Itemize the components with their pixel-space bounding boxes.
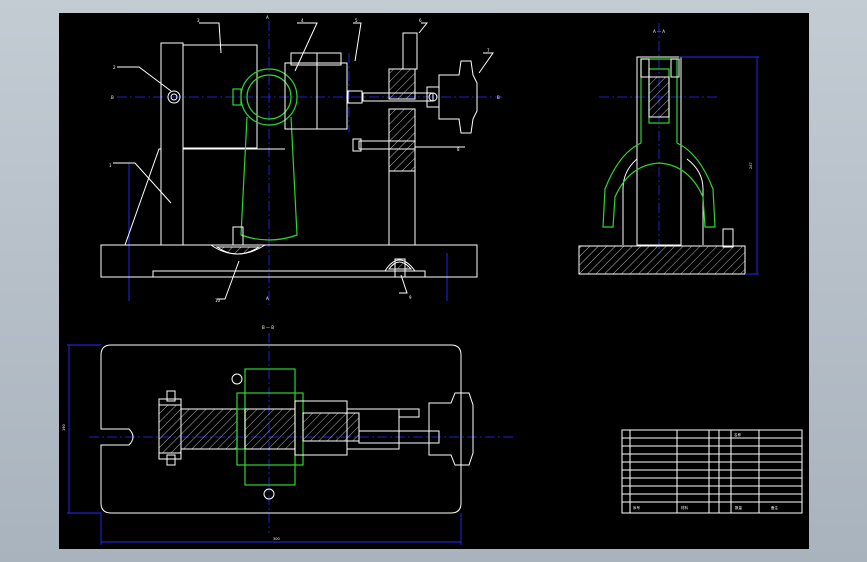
title-col-qty: 数量 <box>735 505 743 510</box>
plan-workpiece-boss <box>236 408 246 450</box>
balloon-2: 2 <box>113 65 116 70</box>
plan-dim-width: 190 <box>62 424 66 431</box>
base-hatch-left <box>215 246 261 255</box>
balloon-7: 7 <box>487 48 490 53</box>
column <box>160 42 184 245</box>
plan-hole-top <box>231 373 243 385</box>
leader-10 <box>217 260 240 300</box>
section-letter-top: A <box>266 15 269 20</box>
side-dim-label: 247 <box>749 162 753 169</box>
leader-5 <box>353 22 362 62</box>
leader-9 <box>399 274 408 294</box>
leader-4 <box>294 22 318 72</box>
leader-7 <box>478 52 494 74</box>
plan-view: B — B 190 300 <box>62 325 515 545</box>
balloon-5: 5 <box>355 18 358 23</box>
title-col-index: 序号 <box>633 505 641 510</box>
title-col-material: 材料 <box>681 505 689 510</box>
side-bolt-right <box>670 58 680 78</box>
plan-bar-left <box>180 408 238 450</box>
support-hatch-bottom <box>388 108 416 172</box>
fixture-drawing: 1 2 3 4 5 6 7 8 9 10 A A B B A — A 247 B… <box>62 15 803 545</box>
title-col-remark: 备注 <box>771 505 779 510</box>
cad-window-frame: 1 2 3 4 5 6 7 8 9 10 A A B B A — A 247 B… <box>0 0 867 562</box>
drawing-sheet: 1 2 3 4 5 6 7 8 9 10 A A B B A — A 247 B… <box>59 13 809 549</box>
balloon-10: 10 <box>215 298 221 303</box>
plan-left-cap-bottom <box>166 454 176 466</box>
title-block-header: 名称 <box>734 432 742 437</box>
section-letter-b-right: B <box>497 95 500 100</box>
balloon-9: 9 <box>409 295 412 300</box>
leader-3 <box>199 22 222 54</box>
side-bolt-left <box>640 58 650 78</box>
plan-dim-length: 300 <box>273 537 280 541</box>
side-base <box>578 245 746 275</box>
leader-2 <box>117 66 172 92</box>
plan-left-hatch <box>158 404 182 454</box>
support-hatch-top <box>388 68 416 100</box>
balloon-3: 3 <box>197 18 200 23</box>
balloon-6: 6 <box>419 18 422 23</box>
side-hatch-web <box>648 76 670 118</box>
plan-view-title: B — B <box>262 325 274 330</box>
plan-workpiece-hatch <box>244 408 296 450</box>
support-top-block <box>402 32 418 70</box>
base-plate <box>100 244 478 278</box>
balloon-1: 1 <box>109 163 112 168</box>
title-block-frame <box>621 429 803 514</box>
base-relief <box>152 270 426 277</box>
balloon-4: 4 <box>301 18 304 23</box>
plan-handwheel <box>428 392 474 466</box>
plan-nut <box>398 408 420 418</box>
clamp-block <box>284 62 348 130</box>
front-view: 1 2 3 4 5 6 7 8 9 10 A A B B <box>100 15 502 305</box>
plan-clamp-hatch <box>302 412 360 442</box>
section-letter-bottom: A <box>266 296 269 301</box>
balloon-8: 8 <box>457 147 460 152</box>
title-block: 名称 序号 材料 数量 备注 <box>621 429 803 514</box>
side-bolt-base <box>722 228 734 248</box>
side-rib-left <box>622 158 638 245</box>
side-rib-right <box>686 158 704 245</box>
section-letter-b-left: B <box>111 95 114 100</box>
leader-6 <box>418 22 429 34</box>
side-view: A — A 247 <box>578 23 759 275</box>
